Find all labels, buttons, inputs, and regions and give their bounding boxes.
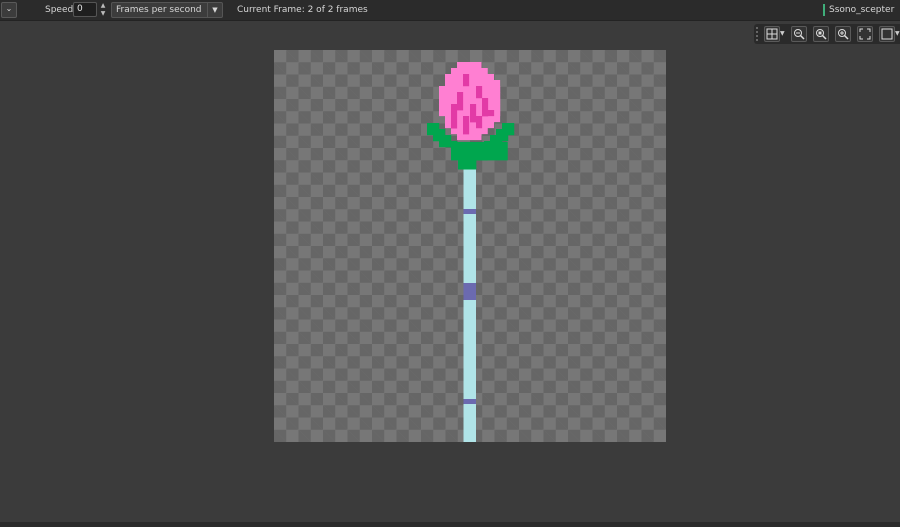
stepper-up-icon[interactable]: ▲	[99, 2, 107, 10]
chevron-down-icon[interactable]: ▼	[207, 3, 222, 17]
petal-pixel	[451, 68, 488, 75]
leaf-pixel	[471, 142, 508, 161]
fullscreen-button[interactable]	[857, 26, 873, 42]
background-toggle-icon	[881, 28, 893, 40]
background-options-caret-icon[interactable]: ▼	[895, 30, 900, 37]
zoom-reset-icon	[816, 29, 827, 40]
speed-input[interactable]: 0	[73, 2, 97, 17]
fullscreen-icon	[859, 28, 871, 40]
speed-unit-value: Frames per second	[116, 5, 202, 15]
petal-pixel	[439, 86, 501, 93]
zoom-in-button[interactable]	[835, 26, 851, 42]
petal-pixel	[457, 134, 482, 141]
sprite-canvas[interactable]	[274, 50, 666, 442]
petal-pixel	[439, 104, 501, 111]
current-frame-readout: Current Frame: 2 of 2 frames	[237, 5, 368, 15]
status-bar	[0, 522, 900, 527]
petal-shade-pixel	[457, 92, 464, 111]
petal-shade-pixel	[463, 116, 470, 135]
petal-shade-pixel	[488, 110, 495, 117]
scepter-sprite	[427, 62, 515, 442]
grid-options-caret-icon[interactable]: ▼	[780, 30, 785, 37]
petal-shade-pixel	[470, 104, 477, 123]
zoom-in-icon	[838, 29, 849, 40]
sprite-name: Ssono_scepter	[823, 4, 894, 16]
background-toggle-button[interactable]	[879, 26, 895, 42]
petal-pixel	[439, 92, 501, 99]
petal-shade-pixel	[482, 98, 489, 117]
toolbar-grip-icon[interactable]	[756, 27, 760, 41]
petal-shade-pixel	[463, 74, 470, 87]
petal-shade-pixel	[476, 86, 483, 99]
grid-toggle-button[interactable]	[764, 26, 780, 42]
speed-label: Speed:	[45, 5, 77, 15]
stepper-down-icon[interactable]: ▼	[99, 10, 107, 18]
staff-band	[463, 399, 476, 404]
preview-toolbar: ⌄ Speed: 0 ▲ ▼ Frames per second ▼ Curre…	[0, 0, 900, 21]
petal-shade-pixel	[476, 116, 483, 129]
grid-toggle-icon	[766, 28, 778, 40]
zoom-out-icon	[794, 29, 805, 40]
zoom-out-button[interactable]	[791, 26, 807, 42]
collapse-dropdown-icon[interactable]: ⌄	[1, 2, 17, 18]
speed-unit-select[interactable]: Frames per second ▼	[111, 2, 223, 18]
petal-pixel	[445, 74, 494, 81]
petal-shade-pixel	[451, 104, 458, 129]
petal-pixel	[451, 128, 488, 135]
petal-pixel	[439, 98, 501, 105]
view-toolbar: ▼ ▼	[754, 24, 900, 44]
staff-band	[463, 283, 476, 300]
zoom-reset-button[interactable]	[813, 26, 829, 42]
speed-stepper[interactable]: ▲ ▼	[99, 2, 107, 18]
petal-pixel	[445, 80, 501, 87]
staff-band	[463, 209, 476, 214]
petal-pixel	[457, 62, 482, 69]
